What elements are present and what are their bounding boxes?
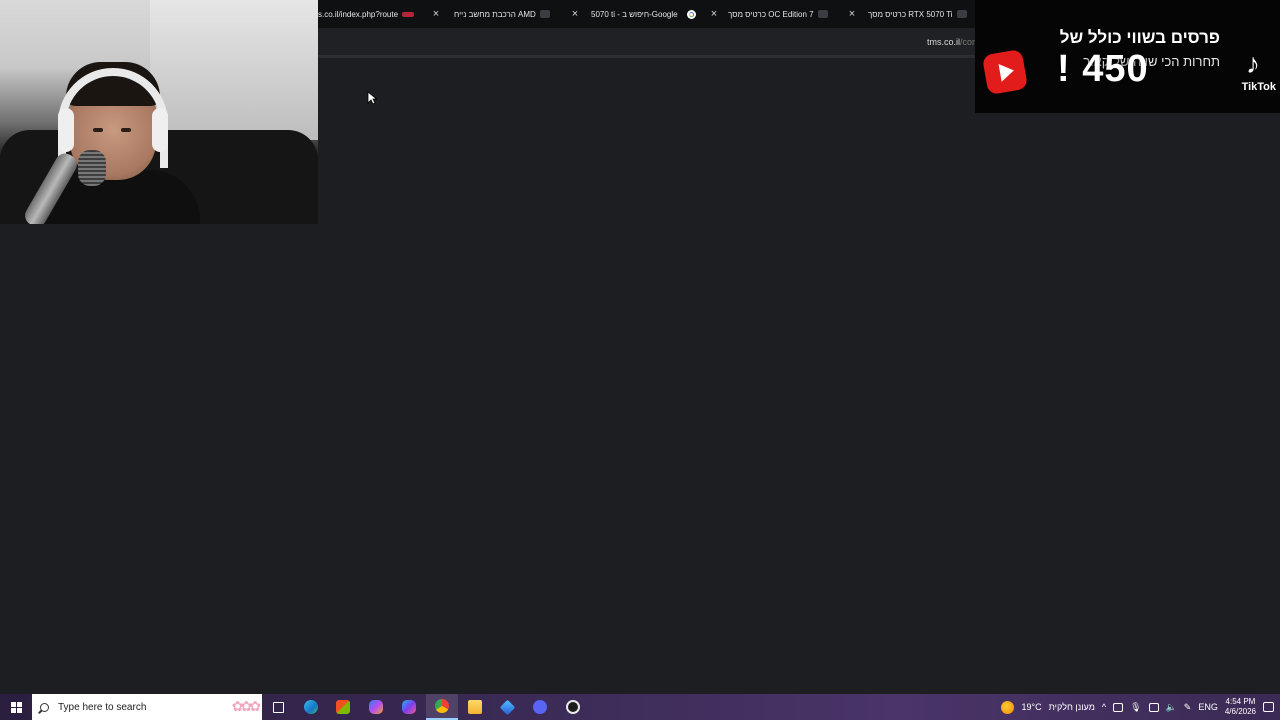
- url-host: tms.co.il: [926, 37, 960, 47]
- copilot-icon: [369, 700, 383, 714]
- task-view-button[interactable]: [262, 694, 294, 720]
- file-explorer-icon: [468, 700, 482, 714]
- tab-title: הרכבת מחשב נייח AMD: [454, 9, 536, 19]
- tab-close-icon[interactable]: ×: [569, 8, 581, 20]
- app-button[interactable]: [491, 694, 523, 720]
- store-icon: [336, 700, 350, 714]
- discord-button[interactable]: [524, 694, 556, 720]
- browser-tab[interactable]: × כרטיס מסך RTX 5070 Ti: [846, 0, 974, 28]
- pen-icon[interactable]: ✎: [1184, 702, 1192, 713]
- tab-close-icon[interactable]: ×: [846, 8, 858, 20]
- start-button[interactable]: [0, 694, 32, 720]
- page-content[interactable]: [318, 58, 1280, 694]
- tiktok-label: TikTok: [1241, 81, 1276, 93]
- tab-title: כרטיס מסך RTX 5070 Ti: [868, 9, 953, 19]
- taskbar: Type here to search ✿✿✿ 19°C מעונן חלקית…: [0, 694, 1280, 720]
- show-hidden-icons-icon[interactable]: ^: [1102, 702, 1106, 712]
- headset-earcup: [58, 108, 74, 152]
- clock-date: 4/6/2026: [1224, 707, 1256, 716]
- tab-title: s.co.il/index.php?route: [318, 9, 399, 19]
- edge-button[interactable]: [295, 694, 327, 720]
- clock[interactable]: 4:54 PM 4/6/2026: [1225, 697, 1256, 717]
- microphone-icon: [78, 150, 106, 186]
- tab-close-icon[interactable]: ×: [708, 8, 720, 20]
- youtube-shorts-icon: [981, 48, 1029, 96]
- clock-time: 4:54 PM: [1225, 697, 1256, 706]
- promo-line-1: פרסים בשווי כולל של: [1059, 28, 1220, 47]
- task-view-icon: [272, 701, 284, 713]
- tab-favicon-icon: [956, 10, 967, 18]
- obs-icon: [566, 700, 580, 714]
- file-explorer-button[interactable]: [459, 694, 491, 720]
- browser-tab[interactable]: × הרכבת מחשב נייח AMD: [430, 0, 570, 28]
- obs-button[interactable]: [557, 694, 589, 720]
- address-bar[interactable]: tms.co.il/cor: [927, 37, 975, 47]
- weather-icon[interactable]: [1001, 700, 1015, 714]
- cherry-blossom-icon: ✿✿✿: [231, 698, 261, 714]
- tab-title: כרטיס מסך OC Edition 7: [728, 9, 814, 19]
- microphone-tray-icon[interactable]: 🎙: [1130, 702, 1141, 713]
- promo-price: ! 450: [1057, 48, 1149, 90]
- tab-favicon-icon: [539, 10, 550, 18]
- chrome-icon: [435, 699, 449, 713]
- tab-favicon-icon: [402, 11, 415, 17]
- network-icon[interactable]: [1148, 702, 1159, 712]
- m365-button[interactable]: [393, 694, 425, 720]
- edge-icon: [304, 700, 318, 714]
- copilot-button[interactable]: [360, 694, 392, 720]
- tab-title: 5070 ti - חיפוש ב-Google: [591, 9, 678, 19]
- store-button[interactable]: [327, 694, 359, 720]
- browser-tab[interactable]: s.co.il/index.php?route: [318, 0, 428, 28]
- weather-temp[interactable]: 19°C: [1021, 702, 1041, 712]
- weather-desc[interactable]: מעונן חלקית: [1049, 702, 1095, 712]
- discord-icon: [533, 700, 547, 714]
- url-path: /cor: [959, 37, 975, 47]
- screen: s.co.il/index.php?route × הרכבת מחשב ניי…: [0, 0, 1280, 720]
- tab-close-icon[interactable]: ×: [430, 8, 442, 20]
- chrome-button[interactable]: [426, 694, 458, 720]
- headset-earcup: [152, 108, 168, 152]
- google-favicon-icon: [686, 9, 696, 19]
- tab-favicon-icon: [817, 10, 828, 18]
- webcam-overlay: [0, 0, 318, 224]
- search-icon: [40, 702, 49, 712]
- taskbar-search[interactable]: Type here to search ✿✿✿: [32, 694, 262, 720]
- tray-app-icon[interactable]: [1113, 702, 1124, 712]
- webcam-wall: [150, 0, 318, 140]
- notifications-icon[interactable]: [1263, 702, 1274, 712]
- search-placeholder: Type here to search: [58, 701, 147, 713]
- app-icon: [499, 699, 515, 715]
- system-tray: 19°C מעונן חלקית ^ 🎙 🔈 ✎ ENG 4:54 PM 4/6…: [960, 694, 1280, 720]
- m365-icon: [402, 700, 416, 714]
- browser-tab[interactable]: × כרטיס מסך OC Edition 7: [708, 0, 848, 28]
- tiktok-icon: ♪: [1246, 48, 1260, 79]
- volume-icon[interactable]: 🔈: [1166, 702, 1177, 713]
- language-indicator[interactable]: ENG: [1198, 702, 1218, 712]
- browser-tab[interactable]: × 5070 ti - חיפוש ב-Google: [569, 0, 709, 28]
- windows-icon: [10, 701, 22, 713]
- promo-overlay: פרסים בשווי כולל של תחרות הכי שווה של קא…: [975, 0, 1280, 113]
